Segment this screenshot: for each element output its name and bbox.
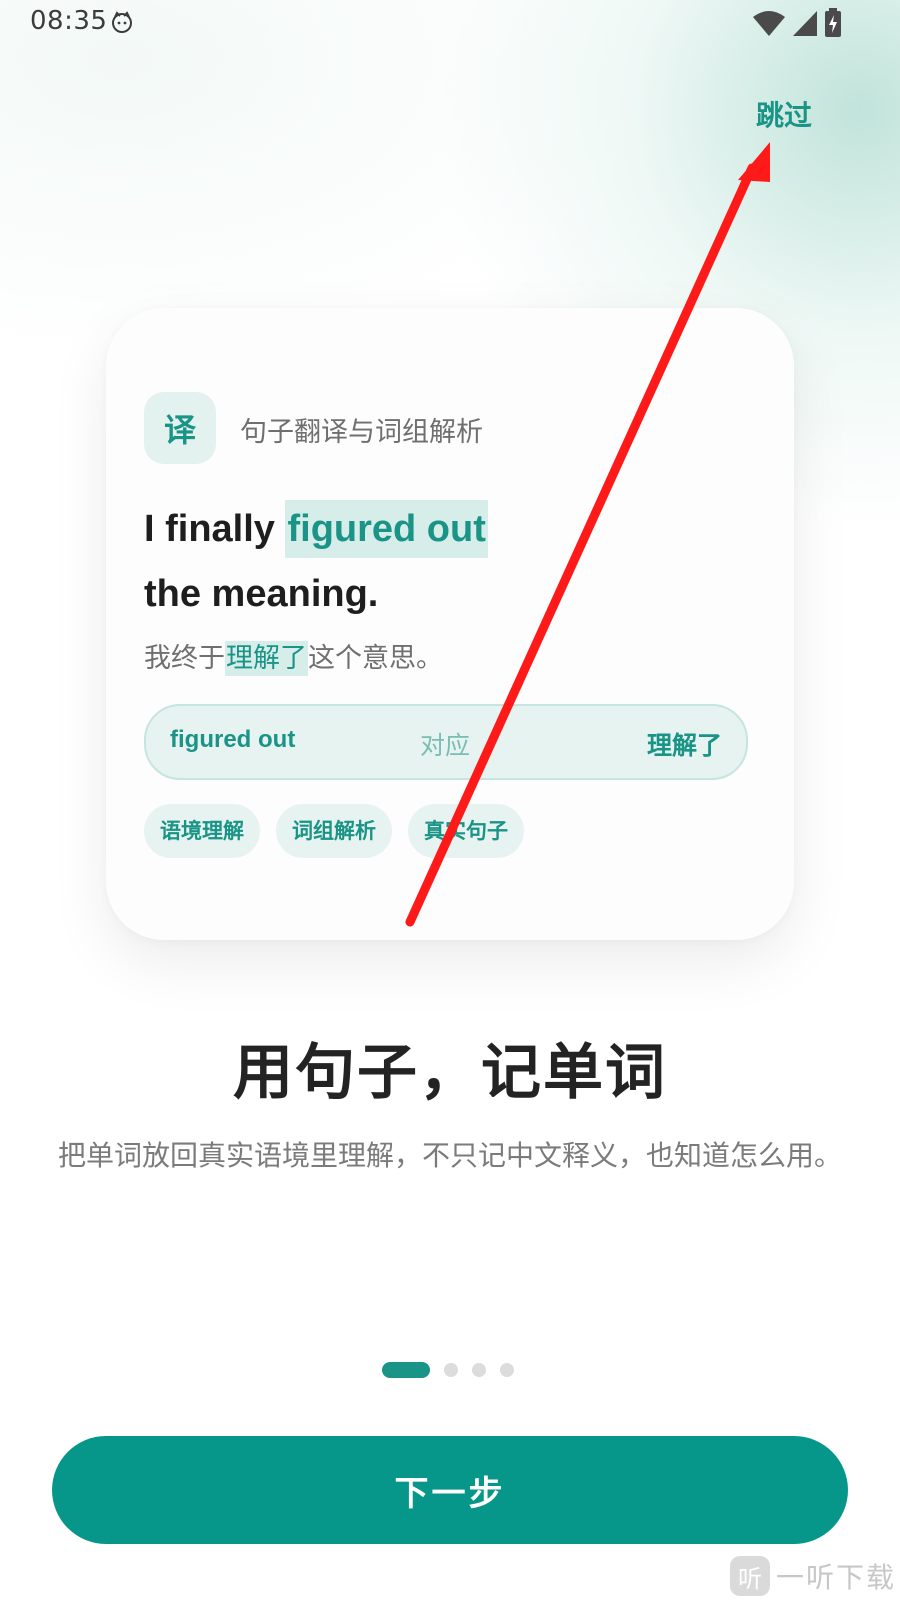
sentence-zh-suffix: 这个意思。 (308, 643, 443, 674)
sentence-en-prefix: I finally (144, 508, 286, 550)
status-bar: 08:35 (0, 0, 900, 46)
watermark-text: 一听下载 (776, 1561, 897, 1594)
page-title: 用句子，记单词 (233, 1038, 667, 1108)
skip-button[interactable]: 跳过 (756, 94, 812, 134)
example-sentence-zh: 我终于理解了这个意思。 (144, 638, 443, 680)
watermark: 听 一听下载 (730, 1552, 900, 1600)
sentence-en-highlight: figured out (285, 500, 488, 558)
example-sentence-en-line1: I finally figured out (144, 500, 488, 558)
page-indicator (382, 1362, 514, 1378)
tag-real-sentence: 真实句子 (408, 804, 524, 858)
phrase-pair: figured out 对应 理解了 (144, 704, 748, 780)
card-heading: 句子翻译与词组解析 (240, 417, 483, 448)
page-dot-2 (444, 1363, 458, 1377)
feature-card: 译 句子翻译与词组解析 I finally figured out the me… (106, 308, 794, 940)
pair-zh: 理解了 (646, 731, 722, 760)
cat-notification-icon (112, 11, 132, 33)
page-dot-1 (382, 1362, 430, 1378)
page-description: 把单词放回真实语境里理解，不只记中文释义，也知道怎么用。 (57, 1139, 842, 1172)
page-dot-4 (500, 1363, 514, 1377)
page-dot-3 (472, 1363, 486, 1377)
pair-en: figured out (170, 726, 296, 753)
status-time: 08:35 (30, 6, 108, 36)
feature-tags: 语境理解 词组解析 真实句子 (144, 804, 524, 858)
tag-phrase: 词组解析 (276, 804, 392, 858)
battery-charging-icon (825, 8, 841, 37)
status-icons (752, 8, 842, 38)
tag-context: 语境理解 (144, 804, 260, 858)
translate-badge-icon: 译 (144, 392, 216, 464)
signal-icon (793, 11, 817, 36)
watermark-logo-icon: 听 (730, 1556, 770, 1596)
next-button[interactable]: 下一步 (52, 1436, 848, 1544)
example-sentence-en-line2: the meaning. (144, 573, 379, 615)
wifi-icon (753, 11, 785, 36)
sentence-zh-prefix: 我终于 (144, 643, 225, 674)
sentence-zh-highlight: 理解了 (225, 641, 308, 676)
pair-relation: 对应 (420, 731, 471, 760)
